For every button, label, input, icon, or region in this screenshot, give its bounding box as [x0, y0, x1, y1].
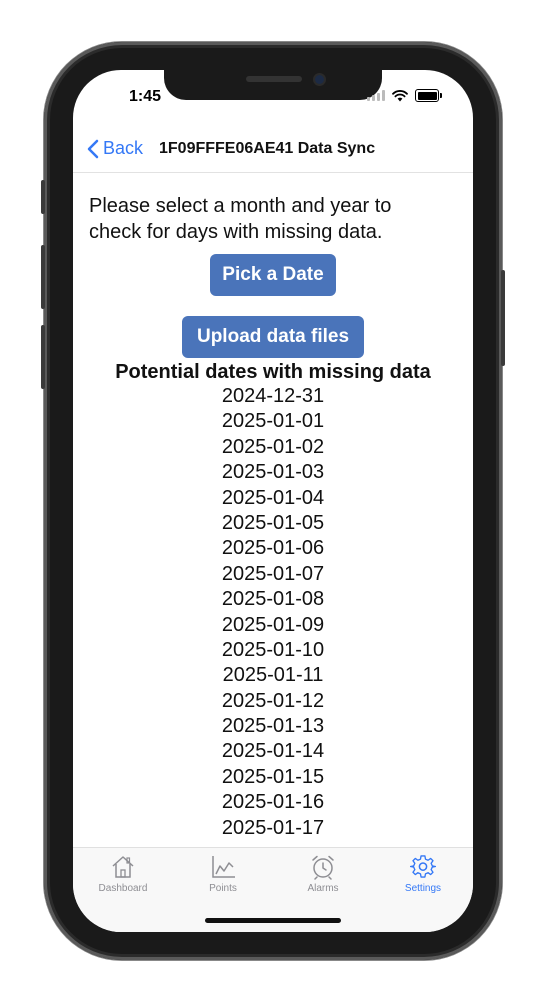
tab-settings[interactable]: Settings	[373, 854, 473, 894]
date-item: 2025-01-13	[221, 715, 325, 738]
date-item: 2025-01-08	[221, 588, 325, 611]
page-title: 1F09FFFE06AE41 Data Sync	[159, 140, 376, 157]
date-item: 2025-01-03	[221, 461, 325, 484]
upload-data-files-button[interactable]: Upload data files	[182, 316, 364, 358]
phone-screen: 1:45 Back 1F09FFFE06AE41 Data Sync Pleas…	[73, 70, 473, 932]
date-item: 2025-01-11	[222, 664, 324, 687]
date-item: 2025-01-17	[221, 816, 325, 839]
date-item: 2025-01-14	[221, 740, 325, 763]
signal-icon	[367, 90, 385, 101]
status-time: 1:45	[129, 88, 162, 105]
date-item: 2025-01-06	[221, 537, 325, 560]
tab-alarms[interactable]: Alarms	[273, 854, 373, 894]
missing-dates-heading: Potential dates with missing data	[115, 361, 431, 383]
date-item: 2025-01-04	[221, 486, 325, 509]
chevron-left-icon	[87, 139, 99, 158]
navigation-bar: Back 1F09FFFE06AE41 Data Sync	[73, 128, 473, 173]
tab-label: Dashboard	[98, 883, 148, 894]
battery-icon	[415, 89, 442, 102]
notch	[164, 70, 382, 100]
date-item: 2024-12-31	[221, 385, 325, 407]
missing-dates-list: 2024-12-31 2025-01-01 2025-01-02 2025-01…	[73, 384, 473, 841]
date-item: 2025-01-07	[221, 562, 325, 585]
speaker-grille	[246, 76, 302, 82]
house-icon	[112, 856, 134, 878]
main-content[interactable]: Please select a month and year to check …	[73, 173, 473, 847]
mute-switch	[41, 180, 45, 214]
instructions-text: Please select a month and year to check …	[89, 195, 392, 243]
date-item: 2025-01-01	[221, 410, 325, 433]
volume-down-button	[41, 325, 45, 389]
power-button	[501, 270, 505, 366]
gear-icon	[410, 855, 436, 878]
back-button[interactable]: Back	[87, 138, 143, 159]
tab-label: Alarms	[307, 883, 339, 894]
date-item: 2025-01-02	[221, 435, 325, 458]
tab-label: Points	[209, 883, 237, 894]
date-item: 2025-01-15	[221, 765, 325, 788]
wifi-icon	[392, 89, 408, 101]
volume-up-button	[41, 245, 45, 309]
front-camera	[315, 75, 324, 84]
pick-date-button[interactable]: Pick a Date	[210, 254, 336, 296]
home-indicator	[205, 918, 341, 923]
date-item: 2025-01-09	[221, 613, 325, 636]
alarm-clock-icon	[312, 855, 334, 880]
date-item: 2025-01-16	[221, 791, 325, 814]
back-label: Back	[103, 138, 144, 158]
date-item: 2025-01-05	[221, 511, 325, 534]
status-icons	[367, 89, 442, 102]
date-item: 2025-01-10	[221, 638, 325, 661]
tab-points[interactable]: Points	[173, 854, 273, 894]
date-item: 2025-01-12	[221, 689, 325, 712]
line-chart-icon	[212, 856, 235, 878]
tab-dashboard[interactable]: Dashboard	[73, 854, 173, 894]
tab-label: Settings	[404, 883, 442, 894]
